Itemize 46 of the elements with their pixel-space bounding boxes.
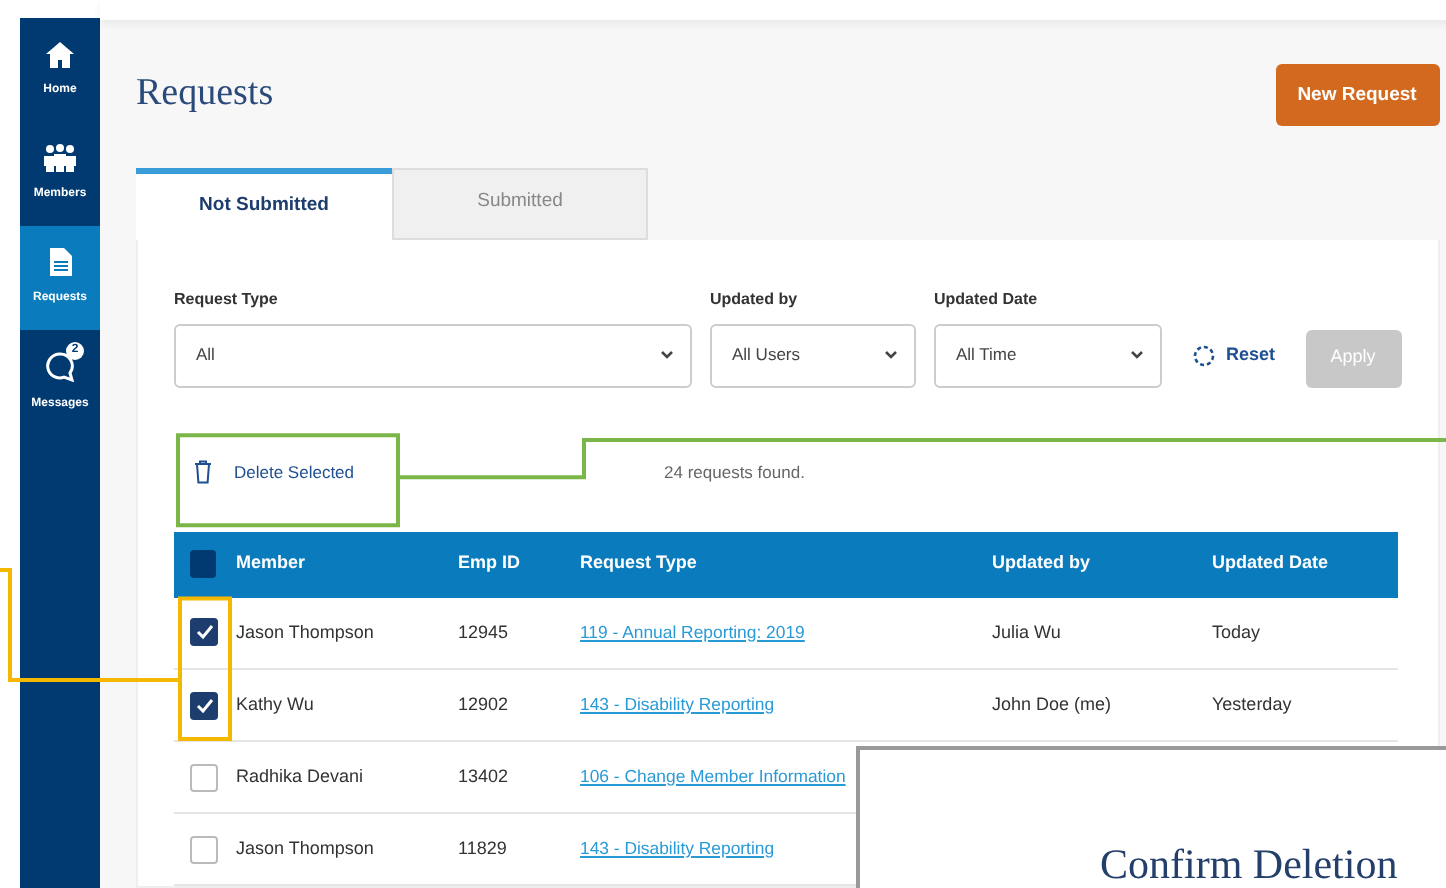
check-icon — [195, 624, 213, 641]
dialog-title: Confirm Deletion — [1100, 838, 1400, 888]
column-header: Request Type — [580, 552, 697, 573]
check-icon — [195, 697, 213, 713]
delete-selected-button[interactable]: Delete Selected — [194, 459, 355, 485]
refresh-icon — [1192, 343, 1216, 367]
result-count: 24 requests found. — [664, 459, 805, 485]
people-icon — [44, 144, 76, 172]
column-header: Updated Date — [1212, 552, 1329, 573]
table-cell: Radhika Devani — [236, 765, 364, 786]
field-label: Request Type — [174, 287, 280, 311]
row-checkbox[interactable] — [190, 691, 218, 719]
column-header: Updated by — [992, 552, 1091, 573]
home-icon — [46, 41, 74, 67]
trash-icon — [194, 460, 212, 484]
column-header: Member — [236, 552, 306, 573]
tab[interactable]: Not Submitted — [136, 167, 392, 239]
select-all-checkbox[interactable] — [190, 550, 216, 578]
row-checkbox[interactable] — [190, 618, 218, 647]
page-title: Requests — [136, 72, 274, 119]
table-cell: Today — [1212, 621, 1261, 641]
table-cell: 12945 — [458, 621, 509, 641]
field-label: Updated Date — [934, 287, 1040, 311]
dropdown[interactable]: All Time — [934, 323, 1162, 387]
field-label: Updated by — [710, 287, 800, 311]
dropdown[interactable]: All Users — [710, 323, 916, 387]
reset-button[interactable]: Reset — [1192, 323, 1276, 387]
table-cell: Jason Thompson — [236, 837, 374, 858]
table-cell: 12902 — [458, 693, 509, 714]
table-cell: 11829 — [458, 837, 507, 858]
row-checkbox[interactable] — [190, 763, 218, 791]
table-cell: 13402 — [458, 765, 509, 786]
table-cell: John Doe (me) — [992, 693, 1112, 714]
new-request-button[interactable]: New Request — [1275, 64, 1440, 127]
caret-icon — [884, 350, 898, 360]
table-cell: Kathy Wu — [236, 693, 314, 714]
column-header: Emp ID — [458, 552, 521, 573]
caret-icon — [1130, 350, 1144, 360]
table-cell: Yesterday — [1212, 693, 1292, 714]
caret-icon — [660, 350, 674, 360]
chat-icon — [44, 350, 76, 382]
row-checkbox[interactable] — [190, 835, 218, 863]
table-cell: Julia Wu — [992, 621, 1061, 641]
table-cell: Jason Thompson — [236, 621, 374, 641]
document-icon — [49, 248, 71, 276]
dropdown[interactable]: All — [174, 323, 692, 387]
